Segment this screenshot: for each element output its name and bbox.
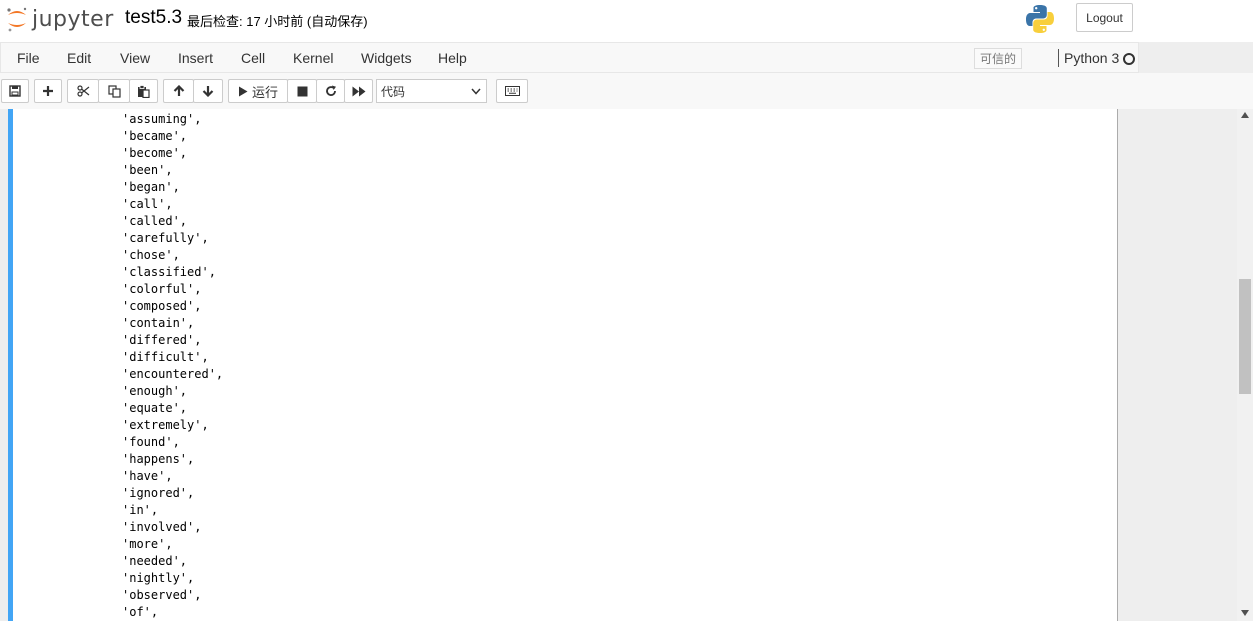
restart-kernel-button[interactable] bbox=[316, 79, 345, 103]
output-line: 'became', bbox=[122, 129, 188, 143]
plus-icon bbox=[43, 86, 53, 96]
output-line: 'difficult', bbox=[122, 350, 209, 364]
jupyter-logo[interactable]: jupyter bbox=[5, 4, 114, 34]
output-line: 'enough', bbox=[122, 384, 188, 398]
output-line: 'equate', bbox=[122, 401, 188, 415]
output-line: 'nightly', bbox=[122, 571, 195, 585]
output-line: 'found', bbox=[122, 435, 180, 449]
cell-output: 'assuming', 'became', 'become', 'been', 'beg… bbox=[122, 111, 223, 621]
interrupt-kernel-button[interactable] bbox=[287, 79, 317, 103]
restart-run-all-button[interactable] bbox=[344, 79, 373, 103]
output-line: 'began', bbox=[122, 180, 180, 194]
move-cell-down-button[interactable] bbox=[193, 79, 223, 103]
logout-button[interactable]: Logout bbox=[1076, 3, 1133, 32]
refresh-icon bbox=[325, 85, 336, 96]
menu-widgets[interactable]: Widgets bbox=[361, 50, 412, 66]
cell-type-value: 代码 bbox=[381, 84, 406, 99]
save-button[interactable] bbox=[1, 79, 29, 103]
kernel-name[interactable]: Python 3 bbox=[1064, 50, 1119, 66]
run-label: 运行 bbox=[251, 84, 278, 100]
chevron-down-icon bbox=[471, 88, 481, 95]
copy-icon bbox=[107, 84, 121, 98]
scroll-up-icon[interactable] bbox=[1241, 112, 1249, 118]
paste-icon bbox=[138, 84, 150, 98]
output-line: 'ignored', bbox=[122, 486, 195, 500]
insert-cell-below-button[interactable] bbox=[34, 79, 62, 103]
output-line: 'needed', bbox=[122, 554, 188, 568]
output-line: 'differed', bbox=[122, 333, 202, 347]
stop-icon bbox=[297, 86, 307, 96]
kernel-idle-indicator bbox=[1123, 53, 1135, 65]
menu-help[interactable]: Help bbox=[438, 50, 467, 66]
code-cell-selected[interactable]: 'assuming', 'became', 'become', 'been', 'beg… bbox=[8, 109, 1118, 621]
menu-cell[interactable]: Cell bbox=[241, 50, 265, 66]
play-icon bbox=[238, 86, 248, 96]
output-line: 'in', bbox=[122, 503, 159, 517]
logo-text: jupyter bbox=[32, 6, 114, 32]
checkpoint-status: 最后检查: 17 小时前 (自动保存) bbox=[187, 14, 368, 29]
output-line: 'involved', bbox=[122, 520, 202, 534]
header: jupyter test5.3 最后检查: 17 小时前 (自动保存) Logo… bbox=[0, 0, 1253, 42]
cell-type-select[interactable]: 代码 bbox=[376, 79, 487, 103]
cut-cells-button[interactable] bbox=[67, 79, 99, 103]
paste-cells-button[interactable] bbox=[129, 79, 158, 103]
save-icon bbox=[9, 85, 21, 97]
cell-selection-bar bbox=[8, 109, 13, 621]
output-line: 'called', bbox=[122, 214, 188, 228]
scissors-icon bbox=[76, 85, 89, 97]
output-line: 'observed', bbox=[122, 588, 202, 602]
menubar: File Edit View Insert Cell Kernel Widget… bbox=[0, 42, 1139, 73]
python-logo-icon bbox=[1026, 5, 1054, 33]
fast-forward-icon bbox=[352, 86, 365, 96]
run-button[interactable]: 运行 bbox=[228, 79, 288, 103]
output-line: 'of', bbox=[122, 605, 159, 619]
arrow-up-icon bbox=[173, 85, 184, 96]
menu-kernel[interactable]: Kernel bbox=[293, 50, 333, 66]
output-line: 'carefully', bbox=[122, 231, 209, 245]
menu-view[interactable]: View bbox=[120, 50, 150, 66]
output-line: 'chose', bbox=[122, 248, 180, 262]
output-line: 'extremely', bbox=[122, 418, 209, 432]
notebook-name[interactable]: test5.3 bbox=[125, 7, 182, 29]
menu-file[interactable]: File bbox=[17, 50, 40, 66]
toolbar: 运行 代码 bbox=[0, 73, 1253, 109]
move-cell-up-button[interactable] bbox=[163, 79, 194, 103]
output-line: 'been', bbox=[122, 163, 173, 177]
kernel-separator bbox=[1058, 49, 1059, 67]
command-palette-button[interactable] bbox=[496, 79, 528, 103]
output-line: 'composed', bbox=[122, 299, 202, 313]
output-line: 'colorful', bbox=[122, 282, 202, 296]
output-line: 'become', bbox=[122, 146, 188, 160]
keyboard-icon bbox=[504, 86, 520, 96]
arrow-down-icon bbox=[202, 86, 214, 97]
output-line: 'have', bbox=[122, 469, 173, 483]
scrollbar-thumb[interactable] bbox=[1239, 279, 1251, 394]
page-scrollbar[interactable] bbox=[1237, 109, 1253, 621]
menu-edit[interactable]: Edit bbox=[67, 50, 91, 66]
jupyter-logo-icon bbox=[7, 7, 27, 32]
output-line: 'happens', bbox=[122, 452, 195, 466]
output-line: 'contain', bbox=[122, 316, 195, 330]
output-line: 'more', bbox=[122, 537, 173, 551]
menu-insert[interactable]: Insert bbox=[178, 50, 213, 66]
copy-cells-button[interactable] bbox=[98, 79, 130, 103]
output-line: 'assuming', bbox=[122, 112, 202, 126]
scroll-down-icon[interactable] bbox=[1241, 610, 1249, 616]
output-line: 'call', bbox=[122, 197, 173, 211]
trusted-indicator[interactable]: 可信的 bbox=[974, 48, 1022, 69]
output-line: 'encountered', bbox=[122, 367, 224, 381]
output-line: 'classified', bbox=[122, 265, 216, 279]
notebook-container: 'assuming', 'became', 'become', 'been', 'beg… bbox=[0, 109, 1237, 621]
